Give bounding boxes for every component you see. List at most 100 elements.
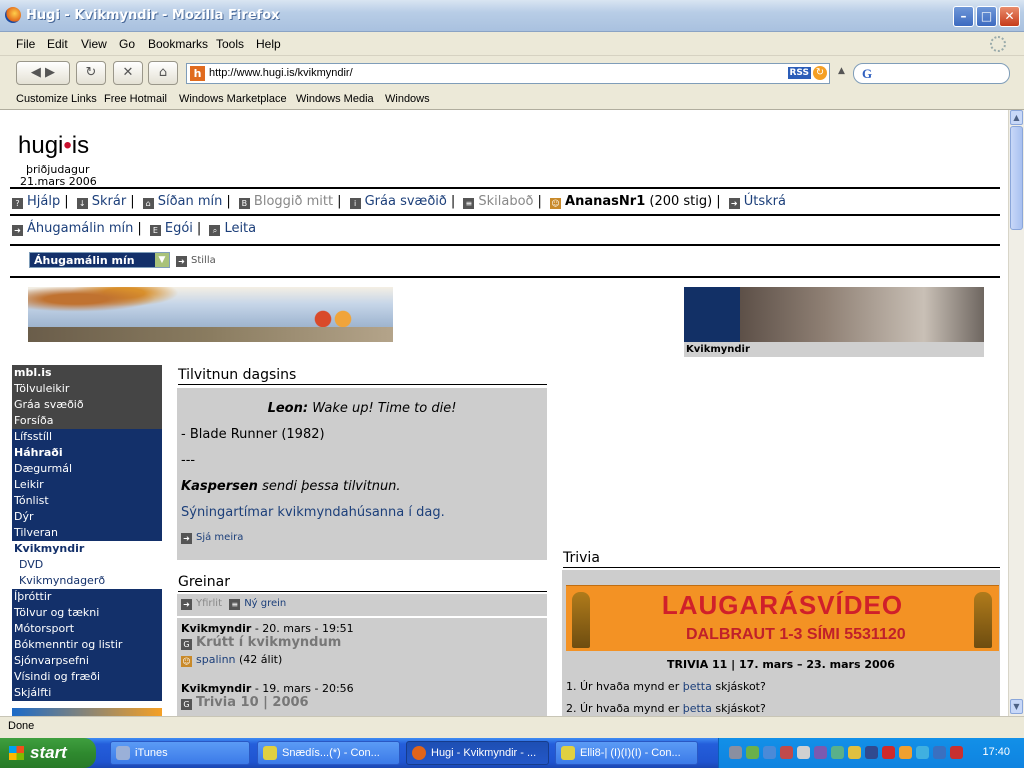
question-link[interactable]: þetta (683, 702, 712, 715)
category-item[interactable]: Vísindi og fræði (12, 669, 162, 685)
category-item[interactable]: Tölvuleikir (12, 381, 162, 397)
question-link[interactable]: þetta (683, 680, 712, 693)
menu-edit[interactable]: Edit (47, 37, 68, 51)
category-item[interactable]: Gráa svæðið (12, 397, 162, 413)
tray-icon[interactable] (882, 746, 895, 759)
tray-icon[interactable] (780, 746, 793, 759)
article-title[interactable]: Krútt í kvikmyndum (196, 635, 341, 650)
task-conversation-1[interactable]: Snædís...(*) - Con... (257, 741, 400, 765)
category-item[interactable]: Tilveran (12, 525, 162, 541)
tray-icon[interactable] (899, 746, 912, 759)
category-item[interactable]: Bókmenntir og listir (12, 637, 162, 653)
category-item[interactable]: Mótorsport (12, 621, 162, 637)
left-ad-banner[interactable] (12, 708, 162, 716)
reload-icon[interactable]: ↻ (76, 61, 106, 85)
category-item[interactable]: DVD (12, 557, 162, 573)
window-title-bar[interactable]: Hugi - Kvikmyndir - Mozilla Firefox – □ … (0, 0, 1024, 32)
category-item[interactable]: Tölvur og tækni (12, 605, 162, 621)
maximize-button[interactable]: □ (976, 6, 997, 27)
nav-hjalp[interactable]: Hjálp (27, 194, 60, 209)
nav-bloggid[interactable]: Bloggið mitt (254, 194, 333, 209)
tray-icon[interactable] (729, 746, 742, 759)
link-windows-media[interactable]: Windows Media (296, 93, 374, 105)
url-text[interactable]: http://www.hugi.is/kvikmyndir/ (209, 67, 353, 79)
tray-icon[interactable] (916, 746, 929, 759)
nav-leita[interactable]: Leita (224, 221, 256, 236)
ad-banner-leaves[interactable] (28, 287, 393, 342)
rss-icon[interactable]: RSS (787, 67, 811, 79)
tray-icon[interactable] (814, 746, 827, 759)
menu-tools[interactable]: Tools (216, 37, 244, 51)
menu-bookmarks[interactable]: Bookmarks (148, 37, 208, 51)
search-engine-chevron-icon[interactable]: ▲ (838, 66, 845, 76)
category-item[interactable]: Dægurmál (12, 461, 162, 477)
address-bar[interactable]: h http://www.hugi.is/kvikmyndir/ RSS ↻ (186, 63, 830, 84)
chevron-down-icon[interactable]: ▼ (155, 253, 169, 267)
articles-overview[interactable]: Yfirlit (196, 598, 222, 609)
go-icon[interactable]: ↻ (813, 66, 827, 80)
nav-graa-svaedid[interactable]: Gráa svæðið (365, 194, 447, 209)
menu-file[interactable]: File (16, 37, 35, 51)
scrollbar-thumb[interactable] (1010, 126, 1023, 230)
article-title[interactable]: Trivia 10 | 2006 (196, 695, 309, 710)
nav-skilabod[interactable]: Skilaboð (478, 194, 533, 209)
clock[interactable]: 17:40 (982, 746, 1010, 758)
link-hotmail[interactable]: Free Hotmail (104, 93, 167, 105)
username[interactable]: AnanasNr1 (565, 194, 645, 209)
nav-egoi[interactable]: Egói (165, 221, 193, 236)
tray-icon[interactable] (763, 746, 776, 759)
scroll-down-icon[interactable]: ▼ (1010, 699, 1023, 714)
category-item[interactable]: Forsíða (12, 413, 162, 429)
scroll-up-icon[interactable]: ▲ (1010, 110, 1023, 125)
category-item[interactable]: Dýr (12, 509, 162, 525)
category-item[interactable]: Kvikmyndagerð (12, 573, 162, 589)
laugarasvideo-ad[interactable]: LAUGARÁSVÍDEO DALBRAUT 1-3 SÍMI 5531120 (566, 585, 999, 651)
tray-icon[interactable] (746, 746, 759, 759)
category-item[interactable]: Kvikmyndir (12, 541, 162, 557)
nav-skrar[interactable]: Skrár (92, 194, 126, 209)
close-button[interactable]: ✕ (999, 6, 1020, 27)
hugi-logo[interactable]: hugi•is (18, 132, 89, 160)
home-icon[interactable]: ⌂ (148, 61, 178, 85)
category-item[interactable]: Sjónvarpsefni (12, 653, 162, 669)
new-article-link[interactable]: Ný grein (244, 598, 286, 609)
article-category[interactable]: Kvikmyndir (181, 682, 251, 695)
showtimes-link[interactable]: Sýningartímar kvikmyndahúsanna í dag. (181, 505, 445, 520)
category-item[interactable]: Leikir (12, 477, 162, 493)
tray-icon[interactable] (831, 746, 844, 759)
tray-icon[interactable] (865, 746, 878, 759)
stop-icon[interactable]: ✕ (113, 61, 143, 85)
task-conversation-2[interactable]: Elli8-| (I)(I)(I) - Con... (555, 741, 698, 765)
nav-utskra[interactable]: Útskrá (744, 194, 786, 209)
kvikmyndir-banner[interactable]: Kvikmyndir (684, 287, 984, 357)
category-item[interactable]: Tónlist (12, 493, 162, 509)
stilla-button[interactable]: ➜ Stilla (176, 255, 216, 267)
category-item[interactable]: Skjálfti (12, 685, 162, 701)
menu-view[interactable]: View (81, 37, 107, 51)
menu-go[interactable]: Go (119, 37, 135, 51)
tray-icon[interactable] (848, 746, 861, 759)
category-item[interactable]: Háhraði (12, 445, 162, 461)
article-author[interactable]: spalinn (196, 653, 236, 666)
see-more-link[interactable]: ➜ Sjá meira (181, 532, 243, 544)
link-customize[interactable]: Customize Links (16, 93, 97, 105)
nav-ahugamalin[interactable]: Áhugamálin mín (27, 221, 133, 236)
article-category[interactable]: Kvikmyndir (181, 622, 251, 635)
list-item[interactable]: Kvikmyndir - 20. mars - 19:51 G Krútt í k… (181, 622, 354, 667)
vertical-scrollbar[interactable]: ▲ ▼ (1008, 110, 1024, 716)
back-forward-buttons[interactable]: ◀ ▶ (16, 61, 70, 85)
nav-sidan-min[interactable]: Síðan mín (158, 194, 223, 209)
category-item[interactable]: mbl.is (12, 365, 162, 381)
interests-select[interactable]: Áhugamálin mín ▼ (29, 252, 170, 268)
minimize-button[interactable]: – (953, 6, 974, 27)
task-firefox[interactable]: Hugi - Kvikmyndir - ... (406, 741, 549, 765)
quote-sender[interactable]: Kaspersen (181, 479, 258, 494)
search-input[interactable]: G (853, 63, 1010, 84)
category-item[interactable]: Lífsstíll (12, 429, 162, 445)
tray-icon[interactable] (797, 746, 810, 759)
start-button[interactable]: start (0, 738, 96, 768)
tray-icon[interactable] (950, 746, 963, 759)
link-marketplace[interactable]: Windows Marketplace (179, 93, 287, 105)
list-item[interactable]: Kvikmyndir - 19. mars - 20:56 G Trivia 10… (181, 682, 354, 710)
tray-icon[interactable] (933, 746, 946, 759)
